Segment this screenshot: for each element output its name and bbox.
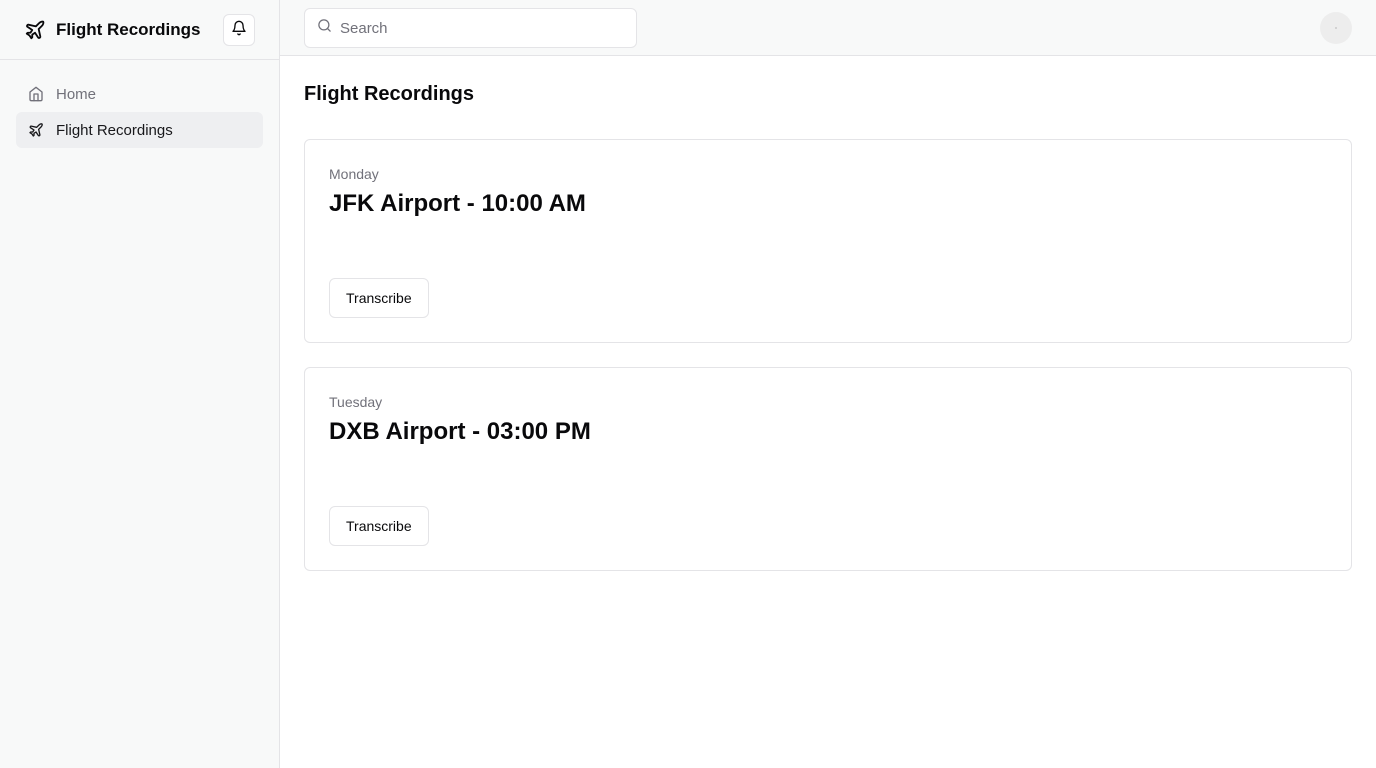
sidebar: Flight Recordings Home Flight Recordings <box>0 0 280 768</box>
sidebar-item-flight-recordings[interactable]: Flight Recordings <box>16 112 263 148</box>
transcribe-button[interactable]: Transcribe <box>329 278 429 318</box>
brand-link[interactable]: Flight Recordings <box>24 19 201 41</box>
sidebar-item-label: Home <box>56 85 97 103</box>
app-name: Flight Recordings <box>56 19 201 39</box>
avatar-placeholder <box>1335 27 1337 29</box>
search-icon <box>317 18 332 38</box>
recording-day: Tuesday <box>329 394 383 410</box>
recording-day: Monday <box>329 166 379 182</box>
recording-title: DXB Airport - 03:00 PM <box>329 418 591 445</box>
search-input[interactable] <box>340 19 610 37</box>
user-avatar[interactable] <box>1320 12 1352 44</box>
sidebar-header: Flight Recordings <box>0 0 279 60</box>
bell-icon <box>231 20 247 41</box>
recordings-list: Monday JFK Airport - 10:00 AM Transcribe… <box>304 139 1352 571</box>
notifications-button[interactable] <box>223 14 255 46</box>
sidebar-item-label: Flight Recordings <box>56 121 173 139</box>
recording-card: Monday JFK Airport - 10:00 AM Transcribe <box>304 139 1352 343</box>
recording-title: JFK Airport - 10:00 AM <box>329 190 586 217</box>
page-title: Flight Recordings <box>304 83 474 105</box>
search-box[interactable] <box>304 8 637 48</box>
main-content: Flight Recordings Monday JFK Airport - 1… <box>304 56 1352 595</box>
recording-card: Tuesday DXB Airport - 03:00 PM Transcrib… <box>304 367 1352 571</box>
transcribe-button[interactable]: Transcribe <box>329 506 429 546</box>
top-bar <box>280 0 1376 56</box>
plane-icon <box>28 122 44 138</box>
sidebar-nav: Home Flight Recordings <box>0 60 279 164</box>
home-icon <box>28 86 44 102</box>
sidebar-item-home[interactable]: Home <box>16 76 263 112</box>
plane-icon <box>24 19 46 41</box>
